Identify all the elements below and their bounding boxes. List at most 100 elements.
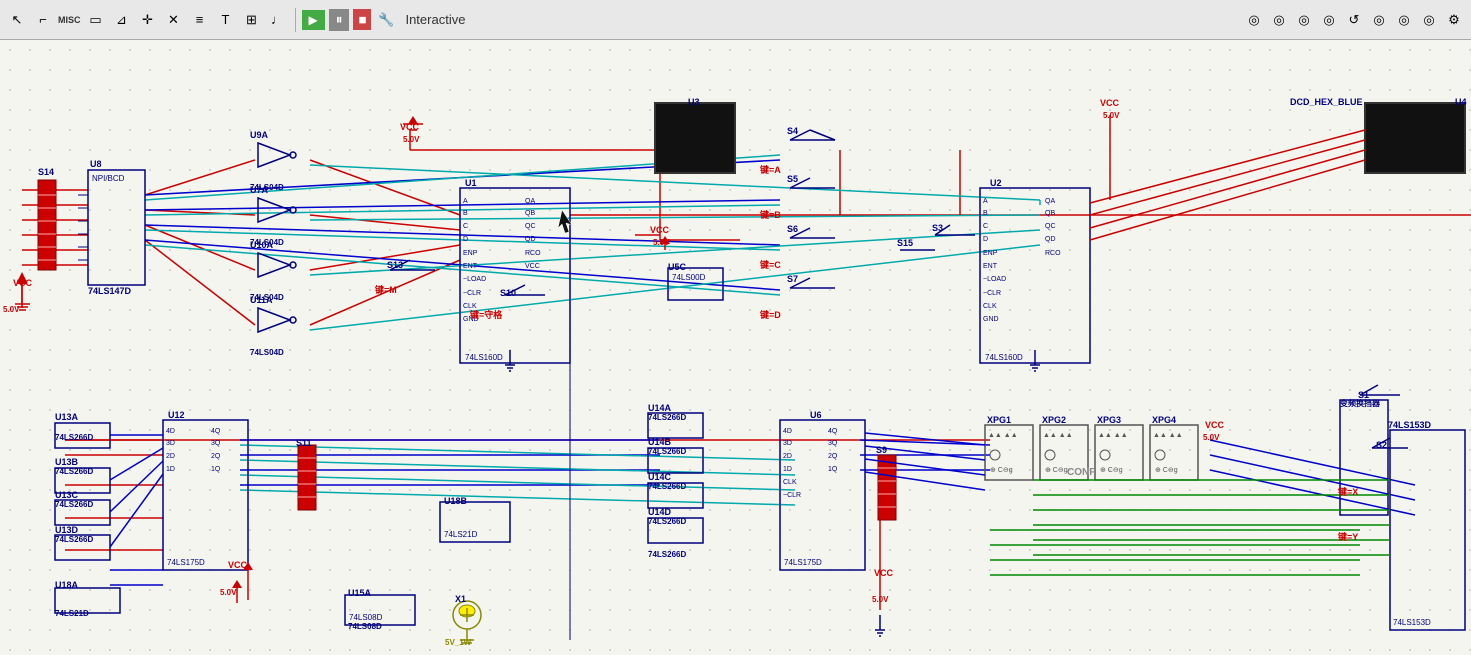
svg-text:1D: 1D	[783, 466, 792, 473]
u13c-sub: 74LS266D	[55, 500, 93, 509]
u13b-sub: 74LS266D	[55, 467, 93, 476]
wrench-icon[interactable]: 🔧	[375, 9, 397, 31]
svg-text:2Q: 2Q	[211, 453, 221, 460]
vcc-label-3: VCC	[1100, 98, 1119, 108]
u14d-label: U14D	[648, 507, 671, 517]
s1-title: 变频换挡器	[1340, 398, 1380, 409]
label-icon[interactable]: ✕	[163, 9, 185, 31]
ls153d-label: 74LS153D	[1388, 420, 1431, 430]
xpg1-label: XPG1	[987, 415, 1011, 425]
stop-button[interactable]: ■	[353, 9, 371, 30]
crosshair-icon[interactable]: ✛	[137, 9, 159, 31]
svg-text:NPI/BCD: NPI/BCD	[92, 174, 125, 183]
s5-label: S5	[787, 174, 798, 184]
x1-label: X1	[455, 594, 466, 604]
svg-text:4Q: 4Q	[828, 428, 838, 435]
power-icon[interactable]: ♩	[267, 9, 289, 31]
s6-key: 键=C	[760, 258, 781, 271]
svg-text:3D: 3D	[783, 440, 792, 447]
u12-label: U12	[168, 410, 185, 420]
vcc-label-1: VCC	[400, 122, 419, 132]
svg-text:2D: 2D	[783, 453, 792, 460]
svg-text:▲▲ ▲▲: ▲▲ ▲▲	[1098, 432, 1128, 439]
svg-text:QA: QA	[525, 198, 535, 205]
vcc-label-xpg: VCC	[1205, 420, 1224, 430]
icon-3[interactable]: ◎	[1293, 9, 1315, 31]
s10-label: S10	[500, 288, 516, 298]
xpg4-label: XPG4	[1152, 415, 1176, 425]
vcc-label-u12: VCC	[228, 560, 247, 570]
u18b-label: U18B	[444, 496, 467, 506]
svg-text:C: C	[463, 223, 468, 230]
svg-text:3D: 3D	[166, 440, 175, 447]
u14a-sub: 74LS266D	[648, 413, 686, 422]
icon-2[interactable]: ◎	[1268, 9, 1290, 31]
wire-tool-icon[interactable]: ⌐	[32, 9, 54, 31]
svg-text:A: A	[983, 198, 988, 205]
settings-icon[interactable]: ⚙	[1443, 9, 1465, 31]
right-icons: ◎ ◎ ◎ ◎ ↺ ◎ ◎ ◎ ⚙	[1243, 9, 1465, 31]
svg-text:▲▲ ▲▲: ▲▲ ▲▲	[1153, 432, 1183, 439]
u11a-label: U11A	[250, 295, 273, 305]
svg-text:▲▲ ▲▲: ▲▲ ▲▲	[1043, 432, 1073, 439]
u14c-label: U14C	[648, 472, 671, 482]
svg-text:~CLR: ~CLR	[463, 290, 481, 297]
icon-5[interactable]: ↺	[1343, 9, 1365, 31]
separator-1	[295, 8, 296, 32]
misc-label: MISC	[58, 15, 81, 25]
xpg3-label: XPG3	[1097, 415, 1121, 425]
toolbar: ↖ ⌐ MISC ▭ ⊿ ✛ ✕ ≡ T ⊞ ♩ ▶ ⏸ ■ 🔧 Interac…	[0, 0, 1471, 40]
u8-sub-label: 74LS147D	[88, 286, 131, 296]
hierarchy-icon[interactable]: ⊞	[241, 9, 263, 31]
x1-sub: 5V_1W	[445, 638, 471, 647]
bus-icon[interactable]: ≡	[189, 9, 211, 31]
icon-4[interactable]: ◎	[1318, 9, 1340, 31]
svg-text:C: C	[983, 223, 988, 230]
svg-text:74LS00D: 74LS00D	[672, 273, 706, 282]
u14d-sub: 74LS266D	[648, 517, 686, 526]
svg-text:1D: 1D	[166, 466, 175, 473]
schematic-canvas[interactable]: NPI/BCD 74LS160D A B C D ENP ENT ~LOAD ~…	[0, 40, 1471, 655]
svg-text:4Q: 4Q	[211, 428, 221, 435]
text-icon[interactable]: T	[215, 9, 237, 31]
u11a-sub: 74LS04D	[250, 348, 284, 357]
icon-7[interactable]: ◎	[1393, 9, 1415, 31]
play-button[interactable]: ▶	[302, 10, 325, 30]
pointer-tool-icon[interactable]: ↖	[6, 9, 28, 31]
u18a-label: U18A	[55, 580, 78, 590]
svg-text:⊕ C⊖g: ⊕ C⊖g	[1100, 467, 1123, 474]
u5c-label: U5C	[668, 262, 686, 272]
s3-label: S3	[932, 223, 943, 233]
svg-text:RCO: RCO	[525, 250, 541, 257]
vcc-label-2: VCC	[650, 225, 669, 235]
svg-text:ENP: ENP	[463, 250, 478, 257]
icon-6[interactable]: ◎	[1368, 9, 1390, 31]
svg-text:74LS160D: 74LS160D	[985, 353, 1023, 362]
icon-8[interactable]: ◎	[1418, 9, 1440, 31]
pause-button[interactable]: ⏸	[329, 9, 350, 31]
vcc-label-left: VCC	[13, 278, 32, 288]
u13b-label: U13B	[55, 457, 78, 467]
svg-text:3Q: 3Q	[211, 440, 221, 447]
svg-text:ENT: ENT	[983, 263, 998, 270]
svg-text:2Q: 2Q	[828, 453, 838, 460]
svg-text:QC: QC	[525, 223, 536, 230]
svg-text:QB: QB	[1045, 210, 1055, 217]
vcc-val-2: 5.0V	[653, 238, 669, 247]
u13a-sub: 74LS266D	[55, 433, 93, 442]
icon-1[interactable]: ◎	[1243, 9, 1265, 31]
svg-text:2D: 2D	[166, 453, 175, 460]
component-icon[interactable]: ▭	[85, 9, 107, 31]
svg-text:ENP: ENP	[983, 250, 998, 257]
svg-text:74LS153D: 74LS153D	[1393, 618, 1431, 627]
u13c-label: U13C	[55, 490, 78, 500]
s13-label: S13	[387, 260, 403, 270]
vcc-val-3: 5.0V	[1103, 111, 1119, 120]
svg-text:ENT: ENT	[463, 263, 478, 270]
s1-key-x: 键=X	[1338, 485, 1358, 498]
u7a-label: U7A	[250, 185, 268, 195]
u10a-label: U10A	[250, 240, 273, 250]
svg-text:74LS21D: 74LS21D	[444, 530, 478, 539]
filter-icon[interactable]: ⊿	[111, 9, 133, 31]
u2-label: U2	[990, 178, 1002, 188]
